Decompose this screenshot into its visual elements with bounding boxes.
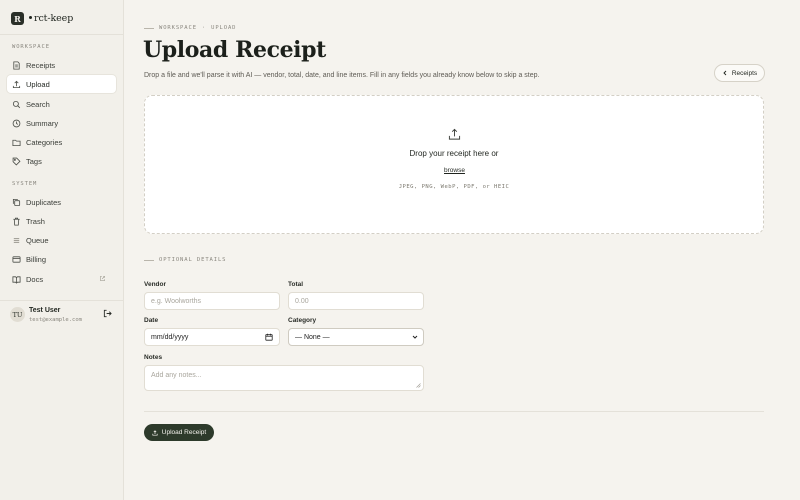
upload-icon (448, 128, 461, 140)
resize-grip-icon[interactable] (416, 383, 421, 388)
sidebar-item-label: Summary (26, 118, 59, 128)
date-value: mm/dd/yyyy (151, 333, 189, 341)
sidebar-item-docs[interactable]: Docs (7, 270, 116, 288)
dropzone-title: Drop your receipt here or (409, 149, 499, 158)
card-icon (12, 255, 21, 263)
sidebar-item-trash[interactable]: Trash (7, 212, 116, 230)
tag-icon (12, 157, 21, 165)
sidebar-item-queue[interactable]: Queue (7, 231, 116, 249)
vendor-placeholder: e.g. Woolworths (151, 297, 202, 305)
browse-link[interactable]: browse (444, 167, 465, 174)
sidebar-item-label: Trash (26, 216, 45, 226)
category-label: Category (288, 317, 317, 324)
brand-logo: R (11, 12, 24, 25)
total-label: Total (288, 281, 304, 288)
sidebar-item-label: Search (26, 99, 50, 109)
optional-details-text: OPTIONAL DETAILS (159, 257, 227, 263)
chevron-left-icon (723, 70, 727, 76)
user-divider (0, 300, 123, 301)
copy-icon (12, 198, 21, 206)
upload-icon (152, 429, 158, 436)
brand[interactable]: R rct-keep (11, 11, 73, 26)
sidebar-item-duplicates[interactable]: Duplicates (7, 193, 116, 211)
clock-icon (12, 119, 21, 127)
sidebar-item-label: Upload (26, 79, 50, 89)
vendor-label: Vendor (144, 281, 167, 288)
sidebar-item-summary[interactable]: Summary (7, 114, 116, 132)
category-select[interactable]: — None — (288, 328, 424, 346)
accepted-file-types: JPEG, PNG, WebP, PDF, or HEIC (398, 184, 510, 190)
date-label: Date (144, 317, 159, 324)
sidebar-item-search[interactable]: Search (7, 95, 116, 113)
optional-details-rule (144, 259, 154, 261)
upload-icon (12, 80, 21, 88)
breadcrumb-separator: · (201, 25, 207, 31)
sidebar-item-label: Tags (26, 156, 42, 166)
sidebar-item-label: Categories (26, 137, 63, 147)
back-to-receipts-button[interactable]: Receipts (714, 64, 765, 82)
sidebar-item-receipts[interactable]: Receipts (7, 56, 116, 74)
date-field[interactable]: mm/dd/yyyy (144, 328, 280, 346)
chevron-down-icon (412, 335, 418, 339)
notes-placeholder: Add any notes... (151, 372, 202, 379)
upload-receipt-button[interactable]: Upload Receipt (144, 424, 214, 441)
trash-icon (13, 217, 20, 226)
sidebar-item-label: Queue (26, 235, 49, 245)
user-name: Test User (29, 307, 61, 314)
calendar-icon[interactable] (265, 333, 273, 341)
vendor-field[interactable]: e.g. Woolworths (144, 292, 280, 310)
brand-divider (0, 34, 123, 35)
notes-field[interactable]: Add any notes... (144, 365, 424, 391)
avatar: TU (10, 307, 25, 322)
book-icon (12, 275, 21, 284)
sidebar-item-label: Billing (26, 254, 47, 264)
upload-receipt-label: Upload Receipt (161, 429, 207, 436)
form-divider (144, 411, 764, 412)
sidebar-item-label: Duplicates (26, 197, 62, 207)
category-value: — None — (295, 333, 330, 341)
breadcrumb-rule (144, 27, 154, 29)
sidebar-item-categories[interactable]: Categories (7, 133, 116, 151)
page-subtitle: Drop a file and we'll parse it with AI —… (144, 72, 540, 79)
folder-icon (12, 139, 21, 146)
sidebar-item-billing[interactable]: Billing (7, 250, 116, 268)
nav-section-workspace: WORKSPACE (12, 44, 50, 50)
queue-icon (13, 237, 20, 243)
back-button-label: Receipts (731, 69, 758, 77)
sidebar-item-label: Docs (26, 274, 44, 284)
nav-section-system: SYSTEM (12, 181, 38, 187)
upload-dropzone[interactable]: Drop your receipt here or browse JPEG, P… (144, 95, 764, 234)
sidebar-item-upload[interactable]: Upload (7, 75, 116, 93)
logout-icon[interactable] (103, 309, 112, 318)
page-title: Upload Receipt (143, 37, 326, 63)
optional-details-label: OPTIONAL DETAILS (144, 257, 226, 263)
total-placeholder: 0.00 (295, 297, 309, 305)
sidebar: R rct-keep WORKSPACE Receipts Upload Sea… (0, 0, 124, 500)
sidebar-item-tags[interactable]: Tags (7, 152, 116, 170)
brand-dot (29, 16, 32, 19)
brand-name: rct-keep (34, 13, 74, 24)
notes-label: Notes (144, 354, 163, 361)
breadcrumb-workspace[interactable]: WORKSPACE (159, 25, 197, 31)
sidebar-item-label: Receipts (26, 60, 56, 70)
search-icon (12, 100, 21, 108)
external-link-icon (100, 276, 105, 281)
breadcrumb-page: UPLOAD (211, 25, 237, 31)
receipt-icon (13, 60, 20, 70)
breadcrumb: WORKSPACE · UPLOAD (144, 25, 236, 31)
user-email: test@example.com (29, 317, 82, 323)
total-field[interactable]: 0.00 (288, 292, 424, 310)
